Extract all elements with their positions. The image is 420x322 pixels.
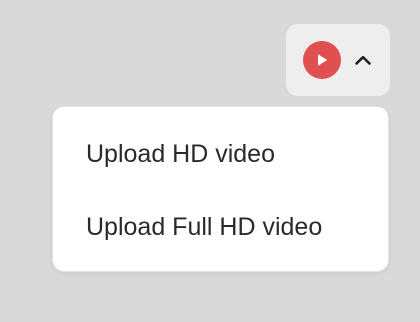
- play-icon: [303, 41, 341, 79]
- menu-item-upload-hd-video[interactable]: Upload HD video: [86, 139, 275, 169]
- menu-item-upload-full-hd-video[interactable]: Upload Full HD video: [86, 212, 322, 242]
- chevron-up-icon: [354, 53, 372, 67]
- upload-dropdown-menu: Upload HD video Upload Full HD video: [52, 106, 389, 272]
- upload-menu-trigger-button[interactable]: [286, 24, 390, 96]
